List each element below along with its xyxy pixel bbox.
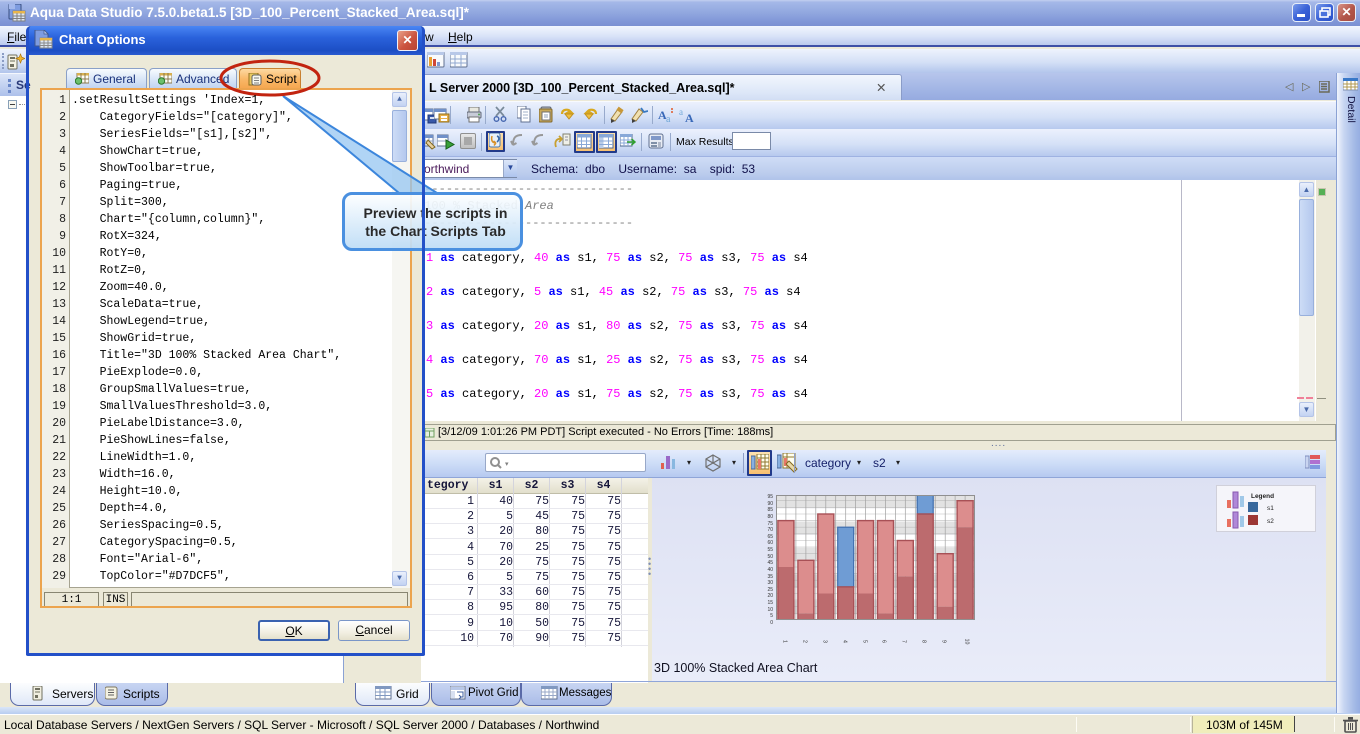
svg-text:a: a xyxy=(679,107,683,117)
svg-text:A: A xyxy=(685,111,694,124)
svg-text:a: a xyxy=(666,114,671,124)
